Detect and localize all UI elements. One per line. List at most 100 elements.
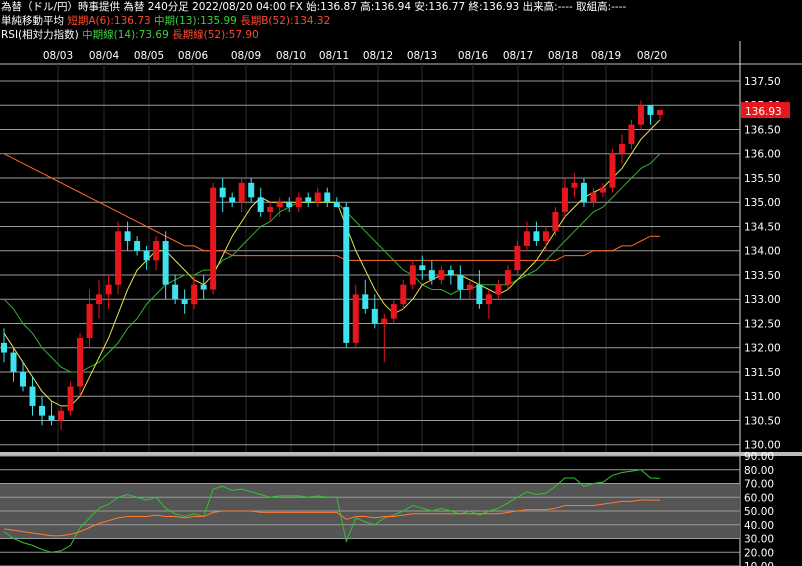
candle-body [628, 124, 635, 145]
candle-body [200, 284, 207, 290]
price-tick-label: 132.00 [744, 343, 781, 355]
candle-body [542, 231, 549, 242]
rsi-tick-label: 60.00 [744, 492, 774, 504]
candle-body [1, 342, 7, 353]
date-label: 08/18 [548, 50, 578, 62]
price-tick-label: 135.50 [744, 173, 781, 185]
candle-body [10, 352, 17, 372]
candle-body [599, 187, 606, 193]
price-tick-label: 131.50 [744, 367, 781, 379]
candle-body [219, 187, 226, 198]
candle-body [295, 197, 302, 208]
candle-body [39, 405, 46, 416]
rsi-tick-label: 20.00 [744, 547, 774, 559]
candle-body [495, 284, 502, 295]
candle-body [276, 202, 283, 208]
date-label: 08/13 [407, 50, 437, 62]
candle-body [257, 197, 264, 212]
date-label: 08/20 [637, 50, 667, 62]
candle-body [181, 299, 188, 305]
candle-body [561, 187, 568, 212]
candle-body [371, 308, 378, 324]
candle-body [457, 274, 464, 290]
candle-body [248, 182, 255, 198]
candle-body [238, 182, 245, 203]
price-tick-label: 136.00 [744, 149, 781, 161]
candle-body [466, 284, 473, 290]
candle-body [267, 207, 274, 212]
date-label: 08/09 [231, 50, 261, 62]
price-tick-label: 133.50 [744, 270, 781, 282]
candle-body [324, 192, 331, 203]
price-tick-label: 134.50 [744, 221, 781, 233]
price-tick-label: 133.00 [744, 294, 781, 306]
price-tick-label: 130.50 [744, 415, 781, 427]
candle-body [172, 284, 179, 300]
candle-body [609, 153, 616, 188]
candle-body [115, 231, 122, 285]
candle-body [153, 241, 160, 261]
candle-body [229, 197, 236, 203]
candle-body [514, 245, 521, 271]
price-tick-label: 135.00 [744, 197, 781, 209]
candle-body [438, 270, 445, 280]
candle-body [352, 294, 359, 343]
candle-body [124, 231, 131, 242]
candle-body [305, 197, 312, 203]
candle-body [143, 250, 150, 261]
candle-body [533, 231, 540, 242]
date-label: 08/03 [43, 50, 73, 62]
candle-body [48, 415, 55, 421]
price-tick-label: 132.50 [744, 318, 781, 330]
candle-body [29, 386, 36, 406]
date-label: 08/12 [363, 50, 393, 62]
candle-body [86, 304, 93, 339]
ma-mid-line [3, 153, 661, 373]
candle-body [523, 231, 530, 246]
price-tick-label: 137.50 [744, 76, 781, 88]
candle-body [647, 105, 654, 115]
candle-body [314, 192, 321, 203]
candle-body [381, 318, 388, 324]
date-label: 08/05 [134, 50, 164, 62]
panel-separator [0, 452, 802, 456]
candle-body [286, 202, 293, 208]
date-label: 08/06 [178, 50, 209, 62]
price-chart[interactable]: 08/03 08/04 08/05 08/06 08/09 08/10 08/11 08/12… [0, 0, 802, 566]
candle-body [162, 241, 169, 285]
candle-body [105, 284, 112, 295]
candle-body [409, 265, 416, 285]
candle-body [20, 371, 27, 387]
candle-body [580, 182, 587, 203]
date-label: 08/17 [503, 50, 533, 62]
candle-body [67, 386, 74, 411]
candle-body [637, 105, 644, 125]
rsi-tick-label: 70.00 [744, 479, 774, 491]
rsi-tick-label: 50.00 [744, 506, 774, 518]
date-label: 08/11 [319, 50, 349, 62]
rsi-tick-label: 80.00 [744, 465, 774, 477]
rsi-tick-label: 90.00 [744, 451, 774, 463]
candle-body [590, 192, 597, 203]
date-label: 08/10 [276, 50, 306, 62]
candle-body [134, 241, 141, 251]
price-tick-label: 136.50 [744, 124, 781, 136]
ma-short-line [3, 119, 661, 407]
candle-body [485, 294, 492, 305]
candle-body [657, 110, 663, 115]
candle-body [400, 284, 407, 305]
candle-body [504, 270, 511, 285]
price-tick-label: 131.00 [744, 391, 781, 403]
last-price-label: 136.93 [745, 106, 782, 118]
rsi-tick-label: 30.00 [744, 534, 774, 546]
candle-body [571, 182, 578, 188]
candle-body [96, 294, 103, 305]
candle-body [419, 265, 426, 271]
date-label: 08/19 [591, 50, 621, 62]
candle-body [77, 338, 84, 387]
date-label: 08/04 [89, 50, 120, 62]
candle-body [390, 304, 397, 319]
candle-body [618, 144, 625, 154]
candle-body [476, 284, 483, 305]
candle-body [210, 187, 217, 290]
